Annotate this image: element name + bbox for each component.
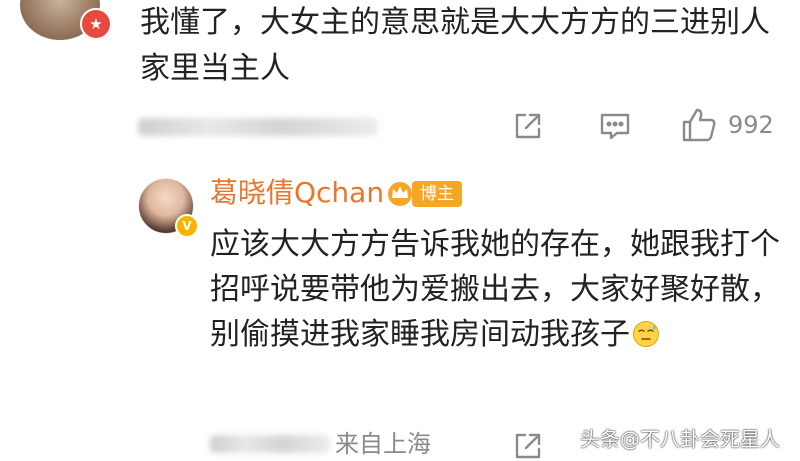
crown-icon xyxy=(388,182,412,206)
reply-text-block: 应该大大方方告诉我她的存在，她跟我打个招呼说要带他为爱搬出去，大家好聚好散，别偷… xyxy=(210,222,780,357)
share-icon xyxy=(515,113,541,139)
member-badge-icon: ★ xyxy=(80,8,112,40)
comment-icon xyxy=(600,113,630,140)
top-comment-meta-blurred xyxy=(138,118,378,136)
share-button[interactable] xyxy=(512,110,544,142)
reply-location: 来自上海 xyxy=(335,430,431,458)
like-button[interactable]: 992 xyxy=(680,106,774,144)
role-badge: 博主 xyxy=(412,181,462,207)
like-count: 992 xyxy=(728,111,774,139)
top-comment-text: 我懂了，大女主的意思就是大大方方的三进别人家里当主人 xyxy=(140,5,770,86)
comment-thread: ★ 我懂了，大女主的意思就是大大方方的三进别人家里当主人 992 V 葛晓倩Qc… xyxy=(0,0,800,461)
like-icon xyxy=(682,108,716,142)
sweat-emoji-icon xyxy=(633,321,659,347)
reply-text: 应该大大方方告诉我她的存在，她跟我打个招呼说要带他为爱搬出去，大家好聚好散，别偷… xyxy=(210,227,780,352)
share-icon xyxy=(515,433,541,459)
reply-meta-blurred xyxy=(210,435,330,453)
verified-icon: V xyxy=(175,214,199,238)
comment-button[interactable] xyxy=(598,110,632,142)
watermark: 头条@不八卦会死星人 xyxy=(580,427,780,451)
blogger-username[interactable]: 葛晓倩Qchan xyxy=(210,173,384,213)
reply-share-button[interactable] xyxy=(512,430,544,461)
